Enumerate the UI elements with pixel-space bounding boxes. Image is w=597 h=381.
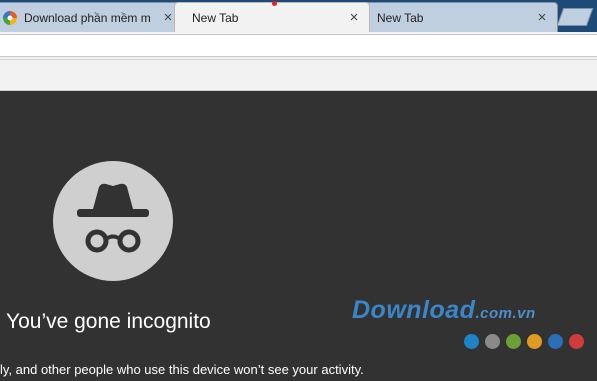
incognito-description: ly, and other people who use this device… xyxy=(0,362,364,377)
tab-new-tab-active[interactable]: New Tab × xyxy=(174,2,370,32)
watermark-dot xyxy=(527,334,542,349)
tab-title: Download phần mềm m xyxy=(24,10,151,25)
watermark-dots xyxy=(464,334,584,349)
recording-dot-icon xyxy=(272,1,277,6)
tab-new-tab[interactable]: New Tab × xyxy=(362,2,558,32)
tab-download-site[interactable]: Download phần mềm m × xyxy=(0,2,184,32)
download-site-favicon xyxy=(2,10,18,26)
bookmark-bar xyxy=(0,60,597,91)
tab-title: New Tab xyxy=(192,10,239,25)
incognito-spy-icon xyxy=(53,161,173,281)
watermark-dot xyxy=(548,334,563,349)
download-watermark-logo: Download.com.vn xyxy=(352,296,536,325)
new-tab-button[interactable] xyxy=(556,8,594,26)
watermark-suffix: .com.vn xyxy=(475,305,536,322)
watermark-dot xyxy=(485,334,500,349)
page-title: You’ve gone incognito xyxy=(6,310,211,333)
watermark-dot xyxy=(506,334,521,349)
watermark-brand: Download xyxy=(352,296,476,324)
tab-title: New Tab xyxy=(377,10,424,25)
close-icon[interactable]: × xyxy=(161,10,175,25)
incognito-page: You’ve gone incognito ly, and other peop… xyxy=(0,91,597,381)
toolbar xyxy=(0,32,597,60)
close-icon[interactable]: × xyxy=(535,10,549,25)
tab-strip: Download phần mềm m × New Tab × New Tab … xyxy=(0,0,597,32)
watermark-dot xyxy=(569,334,584,349)
close-icon[interactable]: × xyxy=(347,10,361,25)
watermark-dot xyxy=(464,334,479,349)
address-bar[interactable] xyxy=(0,34,597,57)
